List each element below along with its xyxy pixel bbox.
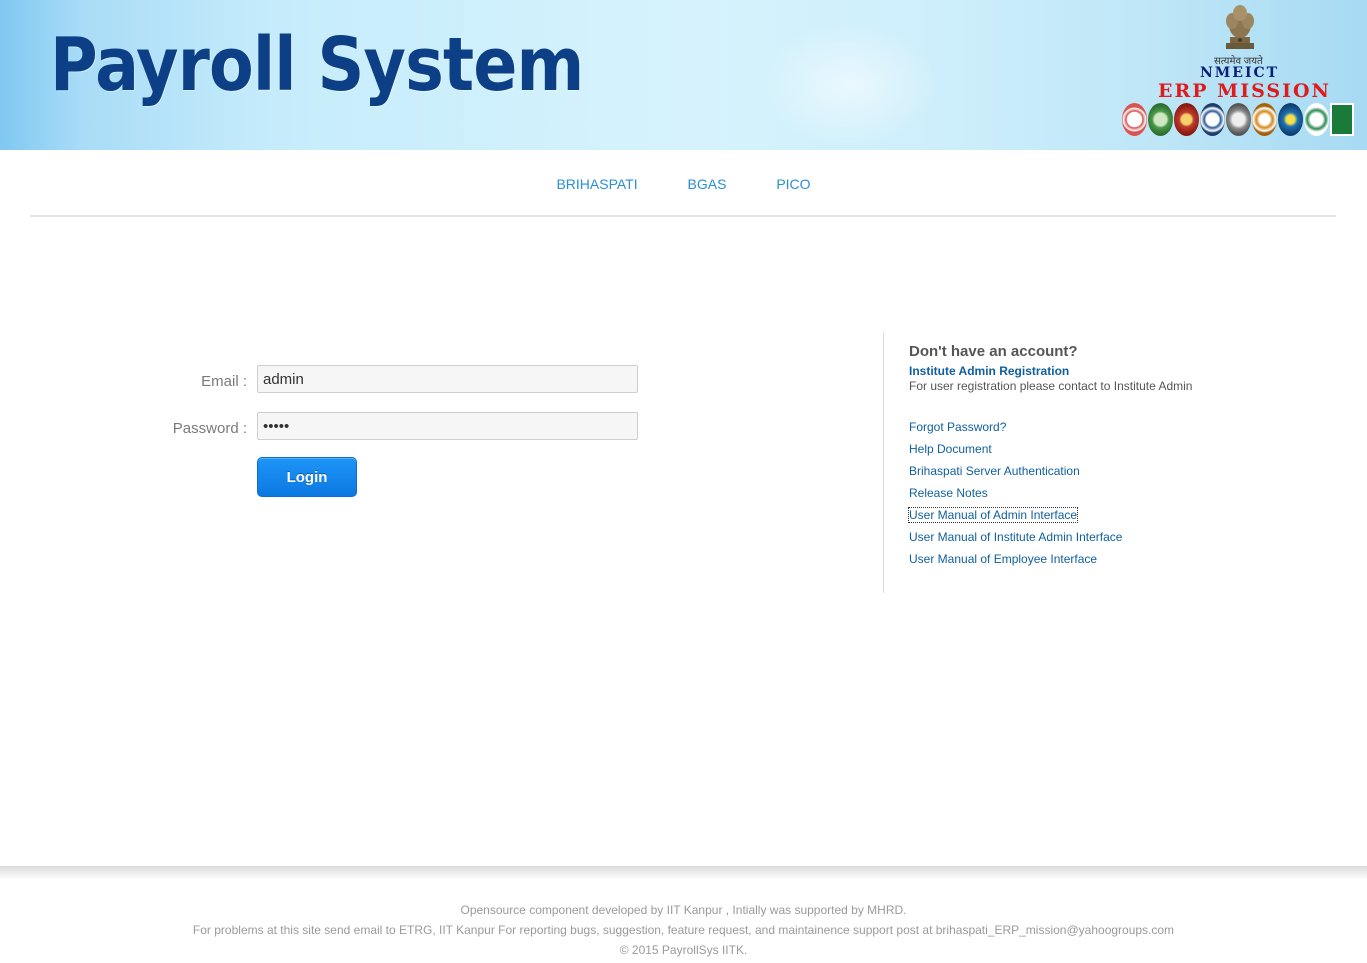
header-banner: Payroll System सत्यमेव जयते NMEICT ERP M… [0,0,1367,150]
institute-admin-registration-link[interactable]: Institute Admin Registration [909,364,1069,378]
partner-logos [1122,103,1358,137]
footer-copyright: © 2015 PayrollSys IITK. [619,943,748,957]
nav-link-brihaspati[interactable]: BRIHASPATI [556,176,637,192]
partner-logo-icon [1330,103,1354,136]
employee-manual-link[interactable]: User Manual of Employee Interface [909,552,1122,574]
partner-logo-icon [1226,103,1251,136]
partner-logo-icon [1278,103,1303,136]
org-name-nmeict: NMEICT [1200,65,1280,81]
vertical-divider [883,332,884,593]
footer-credit: Opensource component developed by IIT Ka… [460,903,907,917]
footer: Opensource component developed by IIT Ka… [0,900,1367,960]
org-name-erp-mission: ERP MISSION [1158,80,1331,102]
nav-link-pico[interactable]: PICO [776,176,810,192]
partner-logo-icon [1174,103,1199,136]
password-label: Password : [172,420,247,437]
email-label: Email : [201,373,247,390]
ashoka-emblem-icon [1226,5,1254,49]
footer-shadow [0,866,1367,880]
nav-divider [30,215,1336,217]
partner-logo-icon [1252,103,1277,136]
banner-glow [760,20,940,150]
partner-logo-icon [1304,103,1329,136]
partner-logo-icon [1122,103,1147,136]
page-title: Payroll System [50,22,584,108]
partner-logo-icon [1200,103,1225,136]
help-links: Forgot Password? Help Document Brihaspat… [907,420,1122,574]
footer-support: For problems at this site send email to … [192,923,1175,937]
top-nav: BRIHASPATI BGAS PICO [0,176,1367,192]
help-document-link[interactable]: Help Document [909,442,1122,464]
no-account-heading: Don't have an account? [909,343,1078,360]
registration-note: For user registration please contact to … [909,379,1193,393]
password-input[interactable] [257,412,638,440]
forgot-password-link[interactable]: Forgot Password? [909,420,1122,442]
email-input[interactable] [257,365,638,393]
admin-manual-link[interactable]: User Manual of Admin Interface [907,507,1122,530]
brihaspati-server-auth-link[interactable]: Brihaspati Server Authentication [909,464,1122,486]
institute-admin-manual-link[interactable]: User Manual of Institute Admin Interface [909,530,1122,552]
login-button[interactable]: Login [257,457,357,497]
nav-link-bgas[interactable]: BGAS [688,176,727,192]
release-notes-link[interactable]: Release Notes [909,486,1122,508]
partner-logo-icon [1148,103,1173,136]
